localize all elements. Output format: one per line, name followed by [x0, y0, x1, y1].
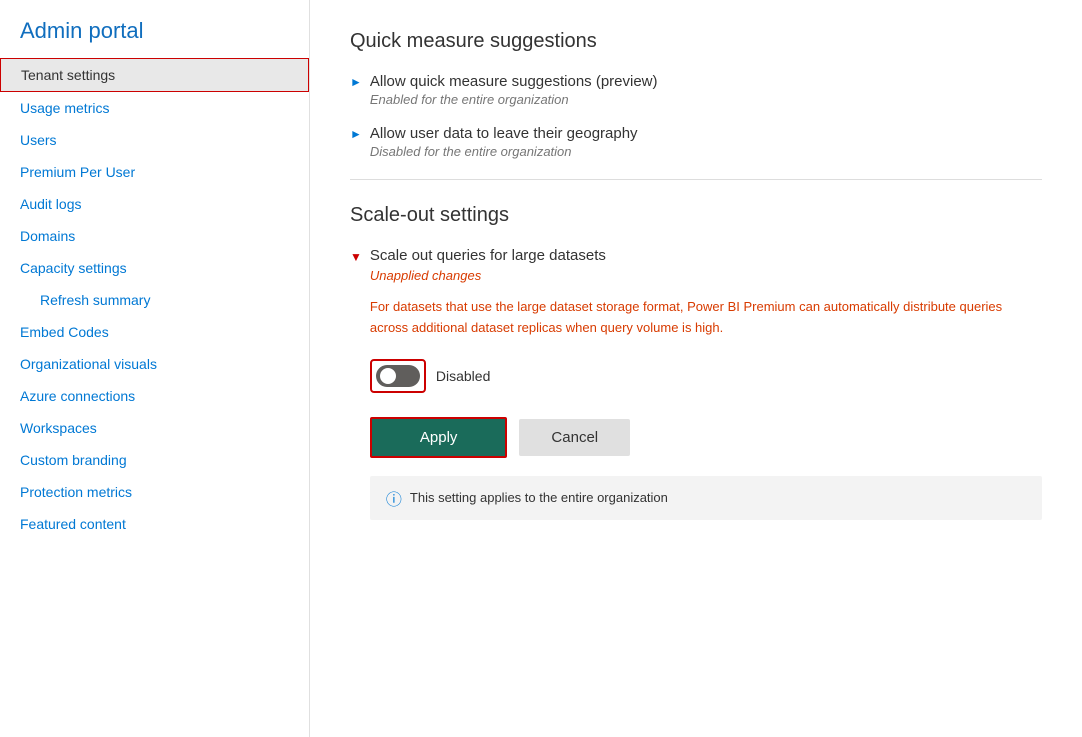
- item-subtitle-allow-quick-measure: Enabled for the entire organization: [370, 92, 658, 107]
- toggle-knob: [380, 368, 396, 384]
- sidebar-item-azure-connections[interactable]: Azure connections: [0, 380, 309, 412]
- sidebar-item-usage-metrics[interactable]: Usage metrics: [0, 92, 309, 124]
- scale-out-content: Scale out queries for large datasets Una…: [370, 247, 1042, 520]
- sidebar-item-capacity-settings[interactable]: Capacity settings: [0, 252, 309, 284]
- unapplied-changes-label: Unapplied changes: [370, 268, 1042, 283]
- sidebar-item-embed-codes[interactable]: Embed Codes: [0, 316, 309, 348]
- item-title-allow-user-data: Allow user data to leave their geography: [370, 125, 638, 142]
- expand-content-allow-quick-measure: Allow quick measure suggestions (preview…: [370, 73, 658, 107]
- toggle-row: Disabled: [370, 359, 1042, 393]
- sidebar-item-premium-per-user[interactable]: Premium Per User: [0, 156, 309, 188]
- scale-out-section: ▼ Scale out queries for large datasets U…: [350, 247, 1042, 520]
- toggle-label: Disabled: [436, 368, 490, 384]
- expand-content-allow-user-data: Allow user data to leave their geography…: [370, 125, 638, 159]
- scale-out-heading: Scale-out settings: [350, 204, 1042, 227]
- cancel-button[interactable]: Cancel: [519, 419, 630, 456]
- info-text: This setting applies to the entire organ…: [410, 490, 668, 505]
- button-row: Apply Cancel: [370, 417, 1042, 458]
- sidebar-item-audit-logs[interactable]: Audit logs: [0, 188, 309, 220]
- sidebar-item-custom-branding[interactable]: Custom branding: [0, 444, 309, 476]
- sidebar-item-workspaces[interactable]: Workspaces: [0, 412, 309, 444]
- section-divider: [350, 179, 1042, 180]
- main-content: Quick measure suggestions ► Allow quick m…: [310, 0, 1082, 737]
- scale-out-title: Scale out queries for large datasets: [370, 247, 1042, 264]
- sidebar-item-users[interactable]: Users: [0, 124, 309, 156]
- quick-measure-item-allow-quick-measure: ► Allow quick measure suggestions (previe…: [350, 73, 1042, 107]
- quick-measure-heading: Quick measure suggestions: [350, 30, 1042, 53]
- quick-measure-item-allow-user-data: ► Allow user data to leave their geograph…: [350, 125, 1042, 159]
- scale-out-expand-arrow[interactable]: ▼: [350, 250, 362, 264]
- info-bar: ⓘ This setting applies to the entire org…: [370, 476, 1042, 520]
- app-title: Admin portal: [0, 0, 309, 58]
- scale-out-description: For datasets that use the large dataset …: [370, 297, 1042, 339]
- item-subtitle-allow-user-data: Disabled for the entire organization: [370, 144, 638, 159]
- expand-arrow-allow-quick-measure[interactable]: ►: [350, 75, 362, 89]
- sidebar-item-domains[interactable]: Domains: [0, 220, 309, 252]
- sidebar-item-tenant-settings[interactable]: Tenant settings: [0, 58, 309, 92]
- sidebar-item-refresh-summary[interactable]: Refresh summary: [0, 284, 309, 316]
- toggle-wrapper: [370, 359, 426, 393]
- sidebar: Admin portal Tenant settingsUsage metric…: [0, 0, 310, 737]
- sidebar-item-protection-metrics[interactable]: Protection metrics: [0, 476, 309, 508]
- info-icon: ⓘ: [386, 486, 402, 510]
- apply-button[interactable]: Apply: [370, 417, 508, 458]
- item-title-allow-quick-measure: Allow quick measure suggestions (preview…: [370, 73, 658, 90]
- sidebar-item-featured-content[interactable]: Featured content: [0, 508, 309, 540]
- scale-out-toggle[interactable]: [376, 365, 420, 387]
- expand-arrow-allow-user-data[interactable]: ►: [350, 127, 362, 141]
- sidebar-item-organizational-visuals[interactable]: Organizational visuals: [0, 348, 309, 380]
